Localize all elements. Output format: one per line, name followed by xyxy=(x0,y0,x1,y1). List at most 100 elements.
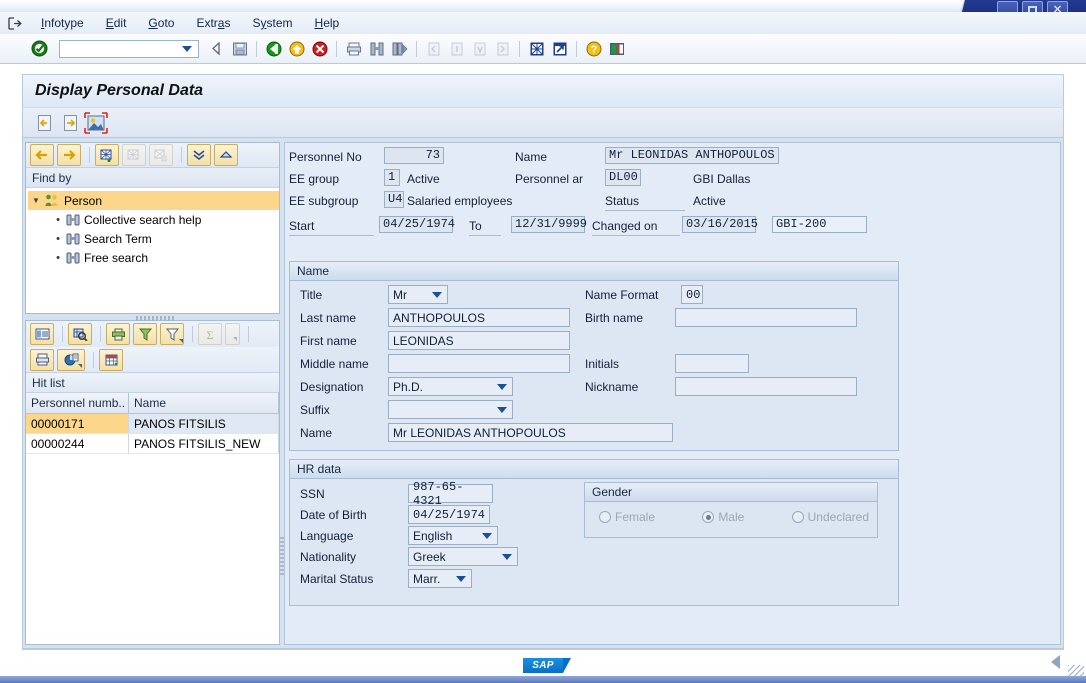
tree-node-person[interactable]: ▼ Person xyxy=(28,191,279,210)
personnel-area-field[interactable]: DL00 xyxy=(605,169,641,186)
hit-list-toolbar-row1: Σ xyxy=(26,321,279,347)
start-date-field[interactable]: 04/25/1974 xyxy=(379,216,455,233)
back-arrow-icon[interactable] xyxy=(206,38,227,59)
ee-group-field[interactable]: 1 xyxy=(384,169,400,186)
chevron-down-icon[interactable] xyxy=(456,575,466,582)
menu-item-system[interactable]: System xyxy=(241,14,303,32)
chevron-down-icon[interactable]: ▼ xyxy=(32,196,44,205)
nickname-label: Nickname xyxy=(585,380,639,394)
designation-select[interactable]: Ph.D. xyxy=(388,377,513,396)
print-icon[interactable] xyxy=(343,38,364,59)
nickname-field[interactable] xyxy=(675,377,857,396)
collapse-all-icon[interactable] xyxy=(214,144,238,166)
table-row[interactable]: 00000244 PANOS FITSILIS_NEW xyxy=(26,434,279,454)
toolbar-separator xyxy=(256,40,257,57)
create-shortcut-icon[interactable] xyxy=(549,38,570,59)
birth-name-field[interactable] xyxy=(675,308,857,327)
panel-splitter[interactable] xyxy=(136,316,176,321)
tree-node-search-term[interactable]: • Search Term xyxy=(46,229,279,248)
chevron-down-icon[interactable] xyxy=(482,532,492,539)
dropdown-arrow-icon[interactable] xyxy=(78,363,82,368)
exit-green-icon[interactable] xyxy=(263,38,284,59)
enter-check-icon[interactable] xyxy=(29,38,50,59)
next-record-icon[interactable] xyxy=(57,111,83,135)
tree-node-free-search[interactable]: • Free search xyxy=(46,248,279,267)
chevron-down-icon[interactable] xyxy=(502,553,512,560)
find-icon[interactable] xyxy=(366,38,387,59)
add-search-icon[interactable] xyxy=(95,144,119,166)
binoculars-icon xyxy=(66,213,80,226)
back-yellow-icon[interactable] xyxy=(286,38,307,59)
to-date-field[interactable]: 12/31/9999 xyxy=(511,216,587,233)
print-preview-icon[interactable] xyxy=(30,348,54,371)
nationality-select[interactable]: Greek xyxy=(408,547,518,566)
changed-on-field[interactable]: 03/16/2015 xyxy=(682,216,758,233)
gender-option-male: Male xyxy=(702,510,744,524)
back-icon[interactable] xyxy=(30,144,54,166)
cell-name[interactable]: PANOS FITSILIS_NEW xyxy=(129,434,279,453)
menu-item-infotype[interactable]: IInfotypenfotype xyxy=(30,14,95,32)
marital-status-select[interactable]: Marr. xyxy=(408,569,472,588)
ee-subgroup-text: Salaried employees xyxy=(407,194,513,208)
initials-field[interactable] xyxy=(675,354,749,373)
chevron-down-icon[interactable] xyxy=(497,383,507,390)
page-title-band: Display Personal Data xyxy=(22,74,1064,107)
title-select[interactable]: Mr xyxy=(388,285,448,304)
help-icon[interactable]: ? xyxy=(583,38,604,59)
marital-status-label: Marital Status xyxy=(300,572,374,586)
tree-node-collective-search-help[interactable]: • Collective search help xyxy=(46,210,279,229)
last-name-label: Last name xyxy=(300,311,357,325)
gender-option-undeclared: Undeclared xyxy=(791,510,869,524)
language-select[interactable]: English xyxy=(408,526,498,545)
sort-filter-icon[interactable] xyxy=(133,323,157,345)
print-grid-icon[interactable] xyxy=(106,323,130,345)
dropdown-arrow-icon[interactable] xyxy=(179,339,183,343)
chevron-down-icon[interactable] xyxy=(182,45,192,52)
detail-list-icon[interactable] xyxy=(30,323,54,345)
spreadsheet-icon[interactable] xyxy=(99,348,123,371)
column-header-personnel-number[interactable]: Personnel numb.. xyxy=(26,393,129,413)
chart-icon[interactable] xyxy=(57,348,85,371)
middle-name-field[interactable] xyxy=(388,354,570,373)
status-expand-icon[interactable] xyxy=(1051,655,1060,669)
menu-item-goto[interactable]: Goto xyxy=(137,14,185,32)
cell-name[interactable]: PANOS FITSILIS xyxy=(129,414,279,433)
previous-record-icon[interactable] xyxy=(31,111,57,135)
table-row[interactable]: 00000171 PANOS FITSILIS xyxy=(26,414,279,434)
chevron-down-icon[interactable] xyxy=(432,291,442,298)
ssn-field[interactable]: 987-65-4321 xyxy=(408,480,493,508)
command-field[interactable] xyxy=(59,39,199,58)
suffix-select[interactable] xyxy=(388,400,513,419)
date-of-birth-field[interactable]: 04/25/1974 xyxy=(408,505,490,524)
expand-all-icon[interactable] xyxy=(187,144,211,166)
client-field[interactable]: GBI-200 xyxy=(772,216,867,233)
tree-node-label: Collective search help xyxy=(84,212,202,227)
name-field[interactable]: Mr LEONIDAS ANTHOPOULOS xyxy=(605,147,779,164)
find-next-icon[interactable] xyxy=(389,38,410,59)
customize-layout-icon[interactable] xyxy=(606,38,627,59)
hit-list-toolbar-row2 xyxy=(26,347,279,373)
search-grid-icon[interactable] xyxy=(68,323,92,345)
name-format-field[interactable]: 00 xyxy=(681,285,703,304)
full-name-field[interactable]: Mr LEONIDAS ANTHOPOULOS xyxy=(388,423,673,442)
menu-item-edit[interactable]: Edit xyxy=(95,14,138,32)
forward-icon[interactable] xyxy=(57,144,81,166)
cell-personnel-number[interactable]: 00000244 xyxy=(26,434,129,453)
menu-item-help[interactable]: Help xyxy=(304,14,351,32)
photo-icon[interactable] xyxy=(83,111,109,135)
menu-item-extras[interactable]: Extras xyxy=(185,14,241,32)
last-name-field[interactable]: ANTHOPOULOS xyxy=(388,308,570,327)
cell-personnel-number[interactable]: 00000171 xyxy=(26,414,129,433)
cancel-red-icon[interactable] xyxy=(309,38,330,59)
new-session-icon[interactable] xyxy=(526,38,547,59)
filter-icon[interactable] xyxy=(160,323,184,345)
page-title: Display Personal Data xyxy=(35,82,204,99)
save-icon[interactable] xyxy=(229,38,250,59)
column-header-name[interactable]: Name xyxy=(129,393,279,413)
ee-subgroup-field[interactable]: U4 xyxy=(384,191,404,208)
personnel-no-field[interactable]: 73 xyxy=(384,147,444,164)
session-menu-icon[interactable] xyxy=(0,16,30,30)
chevron-down-icon[interactable] xyxy=(497,406,507,413)
first-name-field[interactable]: LEONIDAS xyxy=(388,331,570,350)
taskbar-strip xyxy=(0,676,1086,683)
